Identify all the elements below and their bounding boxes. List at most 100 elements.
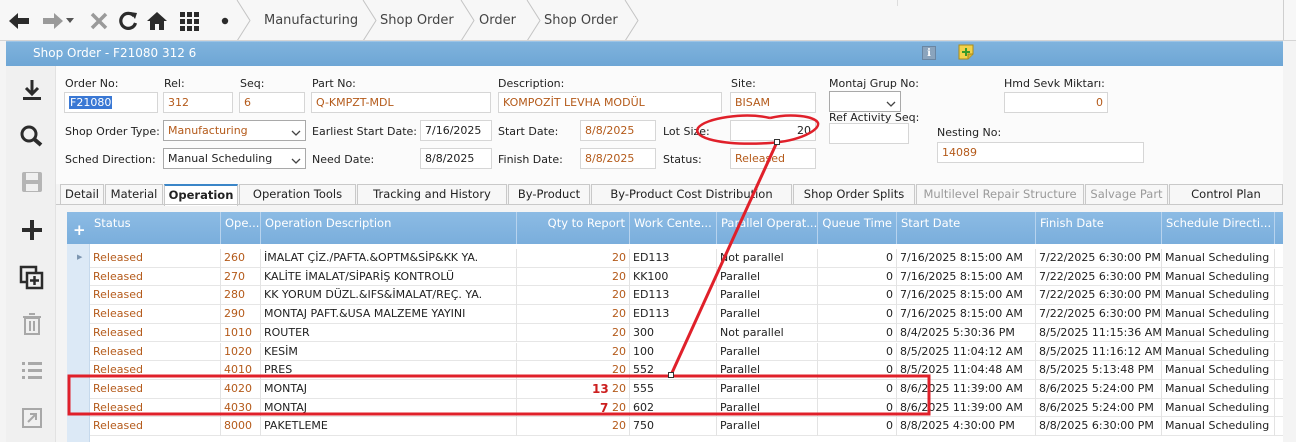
tab-material[interactable]: Material bbox=[105, 184, 163, 205]
cell-queue-time[interactable]: 0 bbox=[818, 323, 897, 343]
cell-finish-date[interactable]: 8/5/2025 11:16:12 AM bbox=[1036, 342, 1162, 362]
tab-operation[interactable]: Operation bbox=[164, 184, 238, 206]
cell-operation-description[interactable]: PAKETLEME bbox=[261, 417, 517, 436]
cell-work-center[interactable]: ED113 bbox=[630, 286, 717, 306]
breadcrumb-item-order[interactable]: Order bbox=[479, 0, 516, 41]
cell-start-date[interactable]: 8/6/2025 11:39:00 AM bbox=[897, 398, 1036, 418]
cell-queue-time[interactable]: 0 bbox=[818, 342, 897, 362]
cell-work-center[interactable]: 552 bbox=[630, 361, 717, 380]
cell-qty-to-report[interactable]: 20 bbox=[517, 267, 630, 287]
cell-schedule-direction[interactable]: Manual Scheduling bbox=[1162, 398, 1275, 418]
cell-status[interactable]: Released bbox=[90, 379, 221, 399]
cell-work-center[interactable]: 100 bbox=[630, 342, 717, 362]
cell-operation-no[interactable]: 1020 bbox=[221, 342, 261, 362]
cell-schedule-direction[interactable]: Manual Scheduling bbox=[1162, 342, 1275, 362]
cell-operation-description[interactable]: PRES bbox=[261, 361, 517, 380]
cell-start-date[interactable]: 7/16/2025 8:15:00 AM bbox=[897, 286, 1036, 306]
cell-qty-to-report[interactable]: 20 bbox=[517, 249, 630, 268]
table-row[interactable]: Released 8000 PAKETLEME 20 750 Parallel 0 8/8/2… bbox=[90, 417, 1283, 436]
save-download-icon[interactable] bbox=[12, 72, 52, 108]
cell-operation-no[interactable]: 4030 bbox=[221, 398, 261, 418]
cell-operation-no[interactable]: 1010 bbox=[221, 323, 261, 343]
site-field[interactable]: BISAM bbox=[730, 92, 816, 113]
table-row[interactable]: Released 1020 KESİM 20 100 Parallel 0 8/5/2025 … bbox=[90, 342, 1283, 362]
cell-start-date[interactable]: 7/16/2025 8:15:00 AM bbox=[897, 249, 1036, 268]
cell-queue-time[interactable]: 0 bbox=[818, 286, 897, 306]
cell-parallel-operation[interactable]: Parallel bbox=[717, 398, 818, 418]
cell-parallel-operation[interactable]: Parallel bbox=[717, 305, 818, 324]
tab-multilevel-repair-structure[interactable]: Multilevel Repair Structure bbox=[916, 184, 1084, 205]
cell-finish-date[interactable]: 7/22/2025 6:30:00 PM bbox=[1036, 267, 1162, 287]
cell-finish-date[interactable]: 8/8/2025 6:30:00 PM bbox=[1036, 417, 1162, 436]
breadcrumb-item-shop-order[interactable]: Shop Order bbox=[380, 0, 454, 41]
cell-parallel-operation[interactable]: Parallel bbox=[717, 417, 818, 436]
duplicate-icon[interactable] bbox=[12, 260, 52, 296]
cell-start-date[interactable]: 8/5/2025 11:04:12 AM bbox=[897, 342, 1036, 362]
seq-field[interactable]: 6 bbox=[239, 92, 305, 113]
save-disk-icon[interactable] bbox=[12, 164, 52, 200]
cell-finish-date[interactable]: 7/22/2025 6:30:00 PM bbox=[1036, 305, 1162, 324]
table-row[interactable]: Released 280 KK YORUM DÜZL.&IFS&İMALAT/REÇ… bbox=[90, 286, 1283, 306]
cell-work-center[interactable]: 602 bbox=[630, 398, 717, 418]
breadcrumb-item-manufacturing[interactable]: Manufacturing bbox=[264, 0, 358, 41]
tab-detail[interactable]: Detail bbox=[60, 184, 104, 205]
part-no-field[interactable]: Q-KMPZT-MDL bbox=[311, 92, 491, 113]
breadcrumb-item-shop-order-current[interactable]: Shop Order bbox=[544, 0, 618, 41]
cell-operation-description[interactable]: KK YORUM DÜZL.&IFS&İMALAT/REÇ. YA. bbox=[261, 286, 517, 306]
earliest-start-field[interactable]: 7/16/2025 bbox=[420, 120, 492, 141]
cell-operation-no[interactable]: 280 bbox=[221, 286, 261, 306]
cell-schedule-direction[interactable]: Manual Scheduling bbox=[1162, 361, 1275, 380]
column-header-parallel-operation[interactable]: Parallel Operat... bbox=[717, 212, 818, 244]
cell-qty-to-report[interactable]: 20 bbox=[517, 398, 630, 418]
cell-operation-no[interactable]: 8000 bbox=[221, 417, 261, 436]
cell-queue-time[interactable]: 0 bbox=[818, 398, 897, 418]
sticky-note-icon[interactable] bbox=[958, 44, 974, 63]
column-header-finish-date[interactable]: Finish Date bbox=[1036, 212, 1162, 244]
cell-parallel-operation[interactable]: Parallel bbox=[717, 286, 818, 306]
list-icon[interactable] bbox=[12, 352, 52, 388]
cell-status[interactable]: Released bbox=[90, 267, 221, 287]
hmd-sevk-field[interactable]: 0 bbox=[1004, 92, 1108, 113]
cell-operation-description[interactable]: MONTAJ bbox=[261, 379, 517, 399]
table-row[interactable]: Released 290 MONTAJ PAFT.&USA MALZEME YAYI… bbox=[90, 305, 1283, 324]
cell-qty-to-report[interactable]: 20 bbox=[517, 361, 630, 380]
need-date-field[interactable]: 8/8/2025 bbox=[420, 148, 492, 169]
table-row[interactable]: Released 260 İMALAT ÇİZ./PAFTA.&OPTM&SİP&K… bbox=[90, 249, 1283, 268]
open-external-icon[interactable] bbox=[12, 400, 52, 436]
cell-qty-to-report[interactable]: 20 bbox=[517, 379, 630, 399]
tab-operation-tools[interactable]: Operation Tools bbox=[239, 184, 356, 205]
cell-parallel-operation[interactable]: Not parallel bbox=[717, 323, 818, 343]
cell-qty-to-report[interactable]: 20 bbox=[517, 342, 630, 362]
cell-start-date[interactable]: 7/16/2025 8:15:00 AM bbox=[897, 305, 1036, 324]
cell-operation-description[interactable]: MONTAJ bbox=[261, 398, 517, 418]
cell-start-date[interactable]: 7/16/2025 8:15:00 AM bbox=[897, 267, 1036, 287]
delete-trash-icon[interactable] bbox=[12, 306, 52, 342]
cell-queue-time[interactable]: 0 bbox=[818, 267, 897, 287]
cell-parallel-operation[interactable]: Parallel bbox=[717, 267, 818, 287]
cell-finish-date[interactable]: 7/22/2025 6:30:00 PM bbox=[1036, 249, 1162, 268]
tab-tracking-and-history[interactable]: Tracking and History bbox=[357, 184, 507, 205]
cell-operation-no[interactable]: 260 bbox=[221, 249, 261, 268]
nesting-field[interactable]: 14089 bbox=[937, 142, 1144, 163]
cell-work-center[interactable]: ED113 bbox=[630, 305, 717, 324]
tab-by-product-cost-distribution[interactable]: By-Product Cost Distribution bbox=[591, 184, 792, 205]
table-row[interactable]: Released 4030 MONTAJ 20 602 Parallel 0 8/6/2025… bbox=[90, 398, 1283, 418]
table-row[interactable]: Released 4010 PRES 20 552 Parallel 0 8/5/2025 1… bbox=[90, 361, 1283, 380]
cell-schedule-direction[interactable]: Manual Scheduling bbox=[1162, 267, 1275, 287]
table-row[interactable]: Released 4020 MONTAJ 20 555 Parallel 0 8/6/2025… bbox=[90, 379, 1283, 399]
tab-salvage-part[interactable]: Salvage Part bbox=[1085, 184, 1168, 205]
montaj-grup-select[interactable] bbox=[829, 91, 901, 112]
home-icon[interactable] bbox=[142, 6, 172, 36]
rel-field[interactable]: 312 bbox=[163, 92, 233, 113]
lot-size-field[interactable]: 20 bbox=[730, 120, 816, 141]
tab-control-plan[interactable]: Control Plan bbox=[1169, 184, 1283, 205]
cell-work-center[interactable]: 750 bbox=[630, 417, 717, 436]
table-row[interactable]: Released 1010 ROUTER 20 300 Not parallel 0 8/4/… bbox=[90, 323, 1283, 343]
cell-start-date[interactable]: 8/4/2025 5:30:36 PM bbox=[897, 323, 1036, 343]
order-no-field[interactable]: F21080 bbox=[64, 92, 158, 113]
cell-status[interactable]: Released bbox=[90, 249, 221, 268]
cell-start-date[interactable]: 8/5/2025 11:04:48 AM bbox=[897, 361, 1036, 380]
cell-parallel-operation[interactable]: Not parallel bbox=[717, 249, 818, 268]
start-date-field[interactable]: 8/8/2025 bbox=[580, 120, 656, 141]
search-icon[interactable] bbox=[12, 118, 52, 154]
